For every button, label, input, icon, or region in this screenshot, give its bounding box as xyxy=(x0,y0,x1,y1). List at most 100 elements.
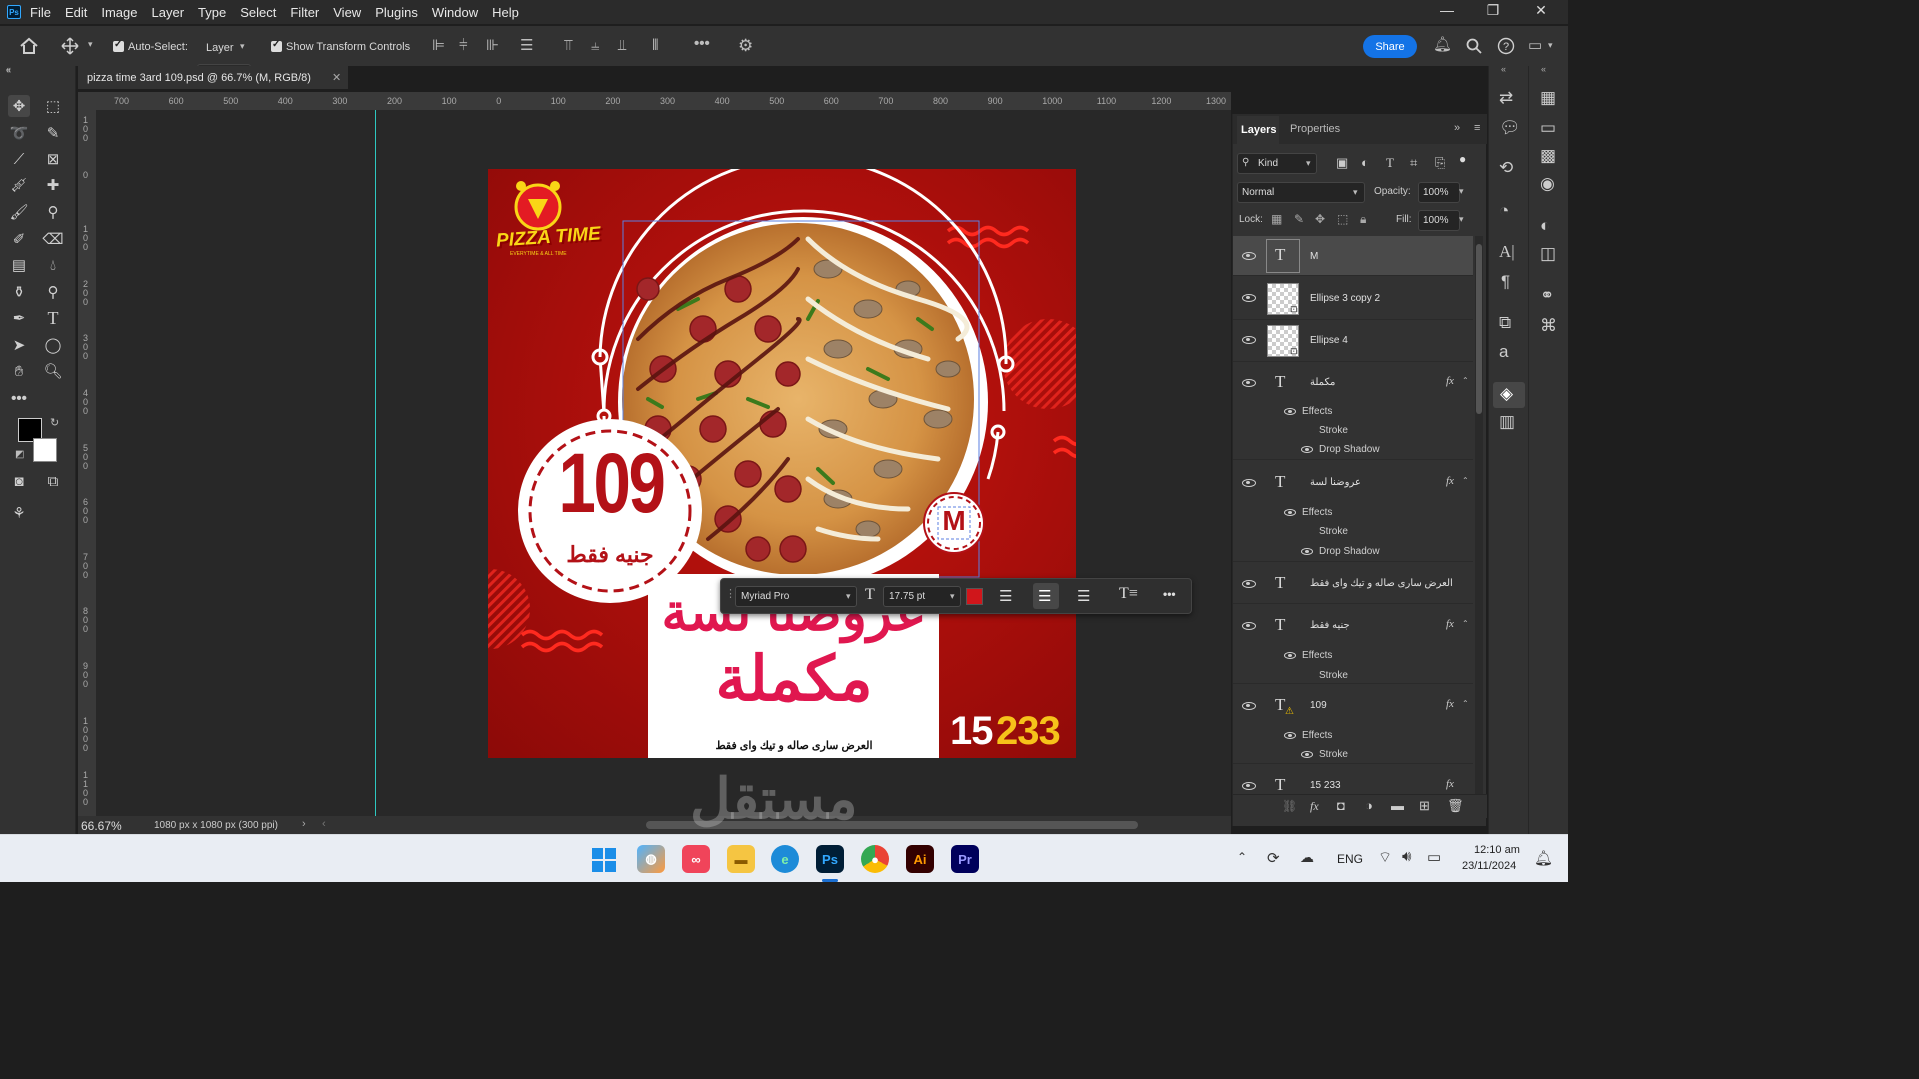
font-size-input[interactable]: 17.75 pt ▾ xyxy=(883,586,961,607)
bell-icon[interactable]: 🔔︎ xyxy=(1433,37,1452,52)
zoom-level[interactable]: 66.67% xyxy=(81,819,122,833)
layer-row-15-233[interactable]: T 15 233 fx xyxy=(1233,766,1473,794)
quick-select-tool-icon[interactable]: ✎ xyxy=(42,122,64,144)
effect-stroke[interactable]: Stroke xyxy=(1319,425,1348,436)
visibility-eye-icon[interactable] xyxy=(1242,622,1256,630)
layer-name[interactable]: Ellipse 3 copy 2 xyxy=(1310,293,1380,304)
align-text-left-icon[interactable]: ☰ xyxy=(999,587,1012,605)
effect-stroke[interactable]: Stroke xyxy=(1319,670,1348,681)
restore-icon[interactable]: ❐ xyxy=(1470,2,1516,22)
gradient-tool-icon[interactable]: ▤ xyxy=(8,254,30,276)
edge-browser-icon[interactable]: e xyxy=(771,845,799,873)
layer-name[interactable]: العرض سارى صاله و تيك واى فقط xyxy=(1310,578,1453,589)
effect-stroke[interactable]: Stroke xyxy=(1319,749,1348,760)
zoom-lens-tool-icon[interactable]: ⚲ xyxy=(42,281,64,303)
show-transform-checkbox[interactable] xyxy=(271,39,282,52)
adjustments-panel-icon[interactable]: ◐ xyxy=(1540,216,1550,236)
eyedropper-tool-icon[interactable]: 💉︎ xyxy=(8,174,30,196)
layer-row-109[interactable]: T ⚠ 109 fx ⌃ Effects Stroke xyxy=(1233,686,1473,764)
comments-icon[interactable]: 💬︎ xyxy=(1499,118,1521,138)
pen-tool-icon[interactable]: ✒ xyxy=(8,307,30,329)
effects-eye-icon[interactable] xyxy=(1284,732,1296,739)
sync-icon[interactable]: ⟳ xyxy=(1267,849,1280,867)
premiere-icon[interactable]: Pr xyxy=(951,845,979,873)
fx-icon[interactable]: fx xyxy=(1446,618,1454,630)
auto-select-checkbox[interactable] xyxy=(113,39,124,52)
new-layer-icon[interactable]: ⊞ xyxy=(1419,798,1430,814)
chevron-up-icon[interactable]: ⌃ xyxy=(1462,699,1469,708)
screen-mode-icon[interactable]: ⧉ xyxy=(42,470,64,492)
effect-eye-icon[interactable] xyxy=(1301,446,1313,453)
filter-toggle-icon[interactable]: ● xyxy=(1459,152,1466,166)
character-styles-icon[interactable]: a xyxy=(1499,342,1508,362)
opacity-input[interactable]: 100% xyxy=(1418,182,1460,203)
chevron-down-icon[interactable]: ▾ xyxy=(1459,186,1464,197)
scrollbar-thumb[interactable] xyxy=(1476,244,1482,414)
chevron-up-icon[interactable]: ⌃ xyxy=(1462,376,1469,385)
notification-bell-icon[interactable]: 🔔︎ xyxy=(1534,849,1553,867)
align-text-right-icon[interactable]: ☰ xyxy=(1077,587,1090,605)
effect-eye-icon[interactable] xyxy=(1301,751,1313,758)
stamp-tool-icon[interactable]: ⚲ xyxy=(42,201,64,223)
layer-row-ellipse-4[interactable]: ⊡ Ellipse 4 xyxy=(1233,320,1473,362)
layer-name[interactable]: عروضنا لسة xyxy=(1310,477,1361,488)
distribute-icon[interactable]: ☰ xyxy=(520,38,533,53)
close-icon[interactable]: ✕ xyxy=(1518,2,1564,22)
generative-fill-icon[interactable]: ⚘ xyxy=(8,502,30,524)
default-colors-icon[interactable]: ◩ xyxy=(15,450,24,460)
actions-icon[interactable]: ◔ xyxy=(1499,201,1509,221)
volume-icon[interactable]: 🔊︎ xyxy=(1402,848,1411,865)
filter-shape-icon[interactable]: ⌗ xyxy=(1410,155,1417,171)
filter-type-icon[interactable]: T xyxy=(1386,155,1394,171)
marquee-tool-icon[interactable]: ⬚ xyxy=(42,95,64,117)
swatches-icon[interactable]: ▦ xyxy=(1540,88,1556,108)
creative-cloud-icon[interactable]: ∞ xyxy=(682,845,710,873)
minimize-icon[interactable]: — xyxy=(1424,2,1470,22)
align-bottom-icon[interactable]: ⫫ xyxy=(618,38,626,53)
effect-drop-shadow[interactable]: Drop Shadow xyxy=(1319,444,1380,455)
visibility-eye-icon[interactable] xyxy=(1242,580,1256,588)
filter-smart-object-icon[interactable]: ⎘ xyxy=(1435,155,1445,171)
chevron-left-icon[interactable]: ‹ xyxy=(322,818,326,830)
chevron-down-icon[interactable]: ▾ xyxy=(1548,41,1553,50)
close-tab-icon[interactable]: ✕ xyxy=(332,71,341,84)
more-tools-icon[interactable]: ••• xyxy=(8,387,30,409)
menu-edit[interactable]: Edit xyxy=(65,5,87,20)
align-hcenter-icon[interactable]: ⫩ xyxy=(459,38,468,53)
dodge-tool-icon[interactable]: ⚱ xyxy=(8,281,30,303)
adjustment-layer-icon[interactable]: ◑ xyxy=(1365,798,1373,813)
history-icon[interactable]: ⟲ xyxy=(1499,158,1513,178)
document-tab[interactable]: pizza time 3ard 109.psd @ 66.7% (M, RGB/… xyxy=(78,66,348,90)
align-vcenter-icon[interactable]: ⫨ xyxy=(591,38,599,53)
clock-time[interactable]: 12:10 am xyxy=(1474,844,1520,856)
new-group-icon[interactable]: ▬ xyxy=(1391,798,1404,813)
effects-eye-icon[interactable] xyxy=(1284,652,1296,659)
hand-tool-icon[interactable]: ✋︎ xyxy=(8,360,30,382)
path-select-tool-icon[interactable]: ➤ xyxy=(8,334,30,356)
blur-tool-icon[interactable]: 💧︎ xyxy=(42,254,64,276)
file-explorer-icon[interactable]: ▬ xyxy=(727,845,755,873)
fx-icon[interactable]: fx xyxy=(1446,778,1454,790)
gear-icon[interactable]: ⚙ xyxy=(738,37,753,54)
visibility-eye-icon[interactable] xyxy=(1242,336,1256,344)
layer-row-ellipse-3-copy-2[interactable]: ⊡ Ellipse 3 copy 2 xyxy=(1233,278,1473,320)
lock-transparency-icon[interactable]: ▦ xyxy=(1271,212,1282,226)
language-indicator[interactable]: ENG xyxy=(1337,852,1363,866)
menu-help[interactable]: Help xyxy=(492,5,519,20)
effects-eye-icon[interactable] xyxy=(1284,408,1296,415)
tab-properties[interactable]: Properties xyxy=(1290,123,1340,135)
glyphs-icon[interactable]: ⧉ xyxy=(1499,313,1511,333)
panel-menu-icon[interactable]: ≡ xyxy=(1474,122,1480,134)
eyedropper-remove-icon[interactable]: ⟋ xyxy=(8,148,30,170)
menu-type[interactable]: Type xyxy=(198,5,226,20)
menu-image[interactable]: Image xyxy=(101,5,137,20)
visibility-eye-icon[interactable] xyxy=(1242,252,1256,260)
chevron-down-icon[interactable]: ▾ xyxy=(88,40,93,49)
tray-chevron-up-icon[interactable]: ⌃ xyxy=(1237,850,1247,864)
chevron-up-icon[interactable]: ⌃ xyxy=(1462,619,1469,628)
adjustments-icon[interactable]: ⇄ xyxy=(1499,88,1513,108)
channels-icon[interactable]: ⚭ xyxy=(1540,286,1554,306)
fill-input[interactable]: 100% xyxy=(1418,210,1460,231)
more-options-icon[interactable]: ••• xyxy=(694,36,710,51)
chrome-icon[interactable]: ● xyxy=(861,845,889,873)
